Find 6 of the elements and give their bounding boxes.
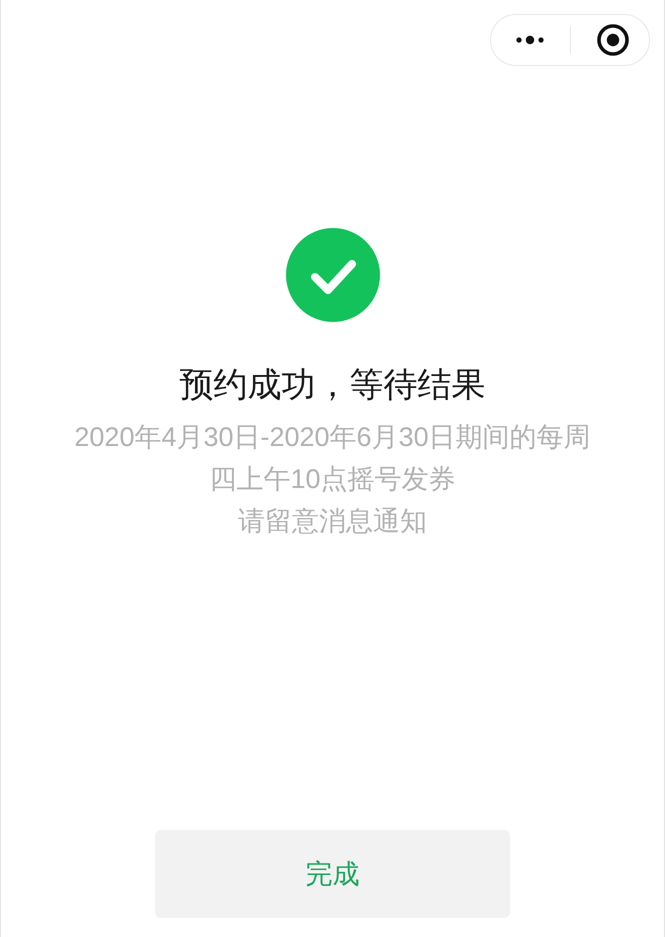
- more-icon[interactable]: [516, 35, 544, 45]
- result-description: 2020年4月30日-2020年6月30日期间的每周 四上午10点摇号发券 请留意消息通知: [74, 421, 591, 538]
- done-button[interactable]: 完成: [155, 830, 510, 918]
- result-title: 预约成功，等待结果: [180, 365, 486, 406]
- circle-dot-icon[interactable]: [597, 24, 629, 56]
- success-check-icon: [286, 228, 380, 322]
